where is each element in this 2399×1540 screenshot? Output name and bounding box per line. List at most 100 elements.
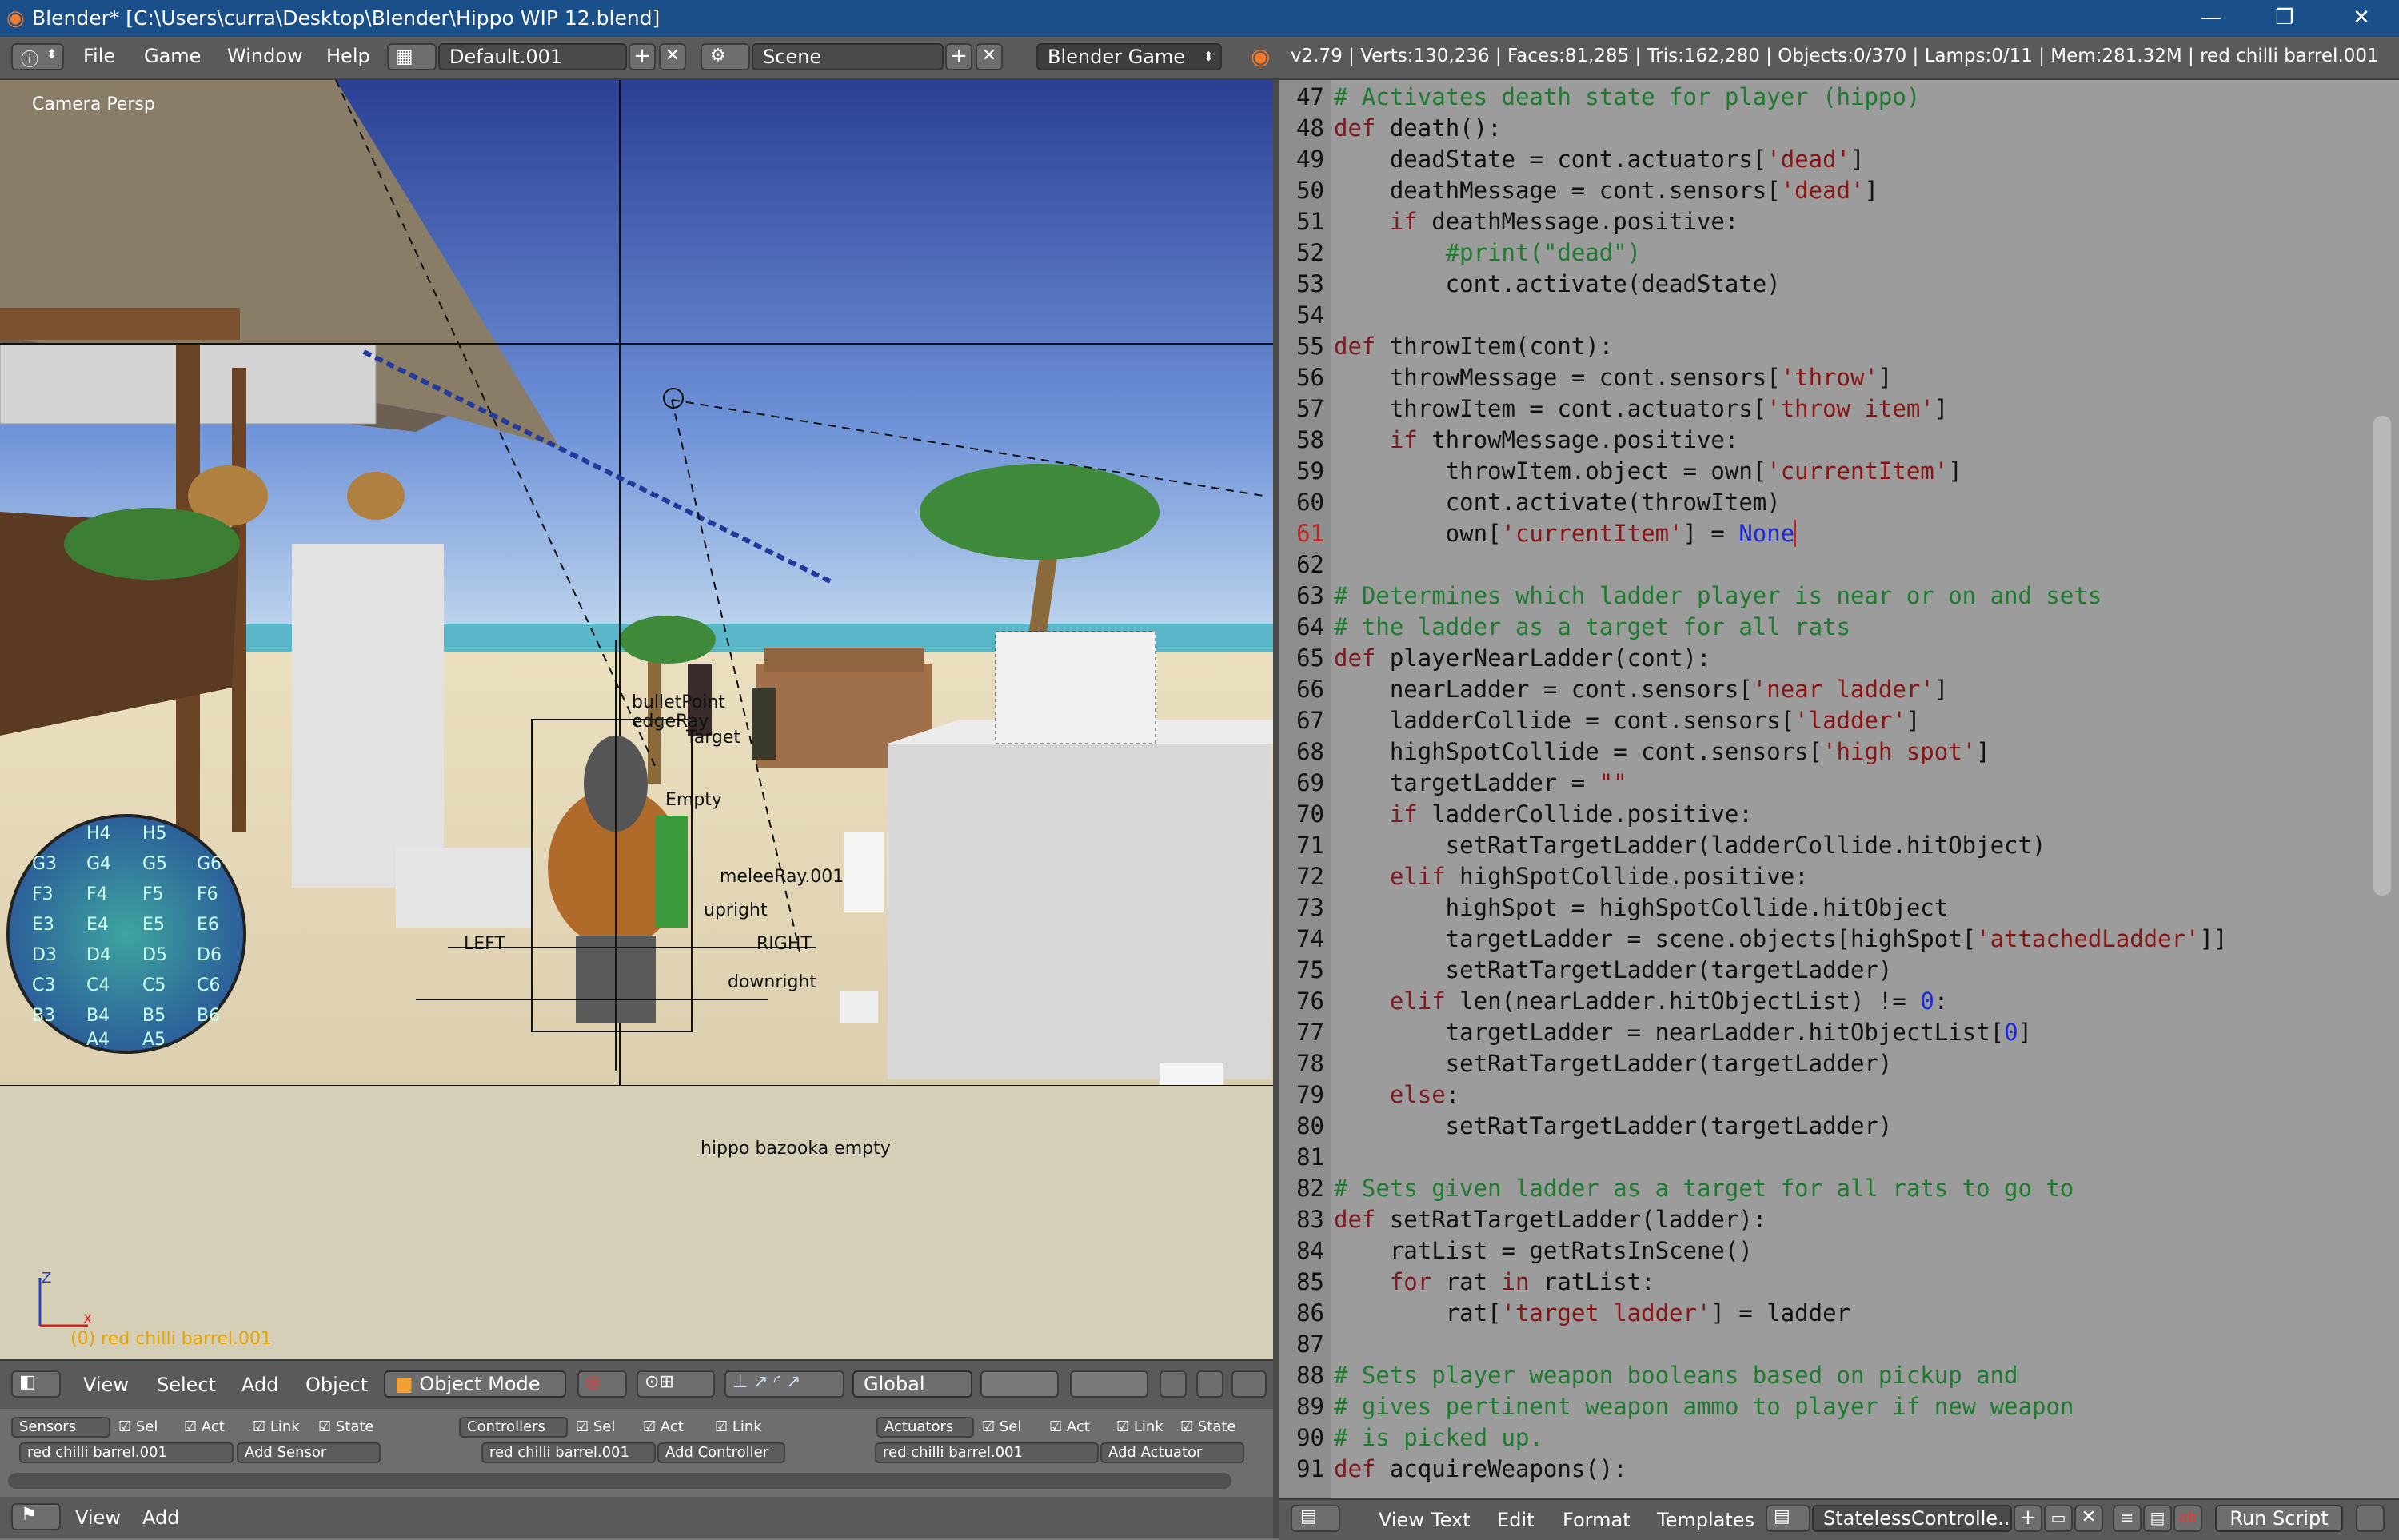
code-line[interactable]: def death(): (1334, 113, 1502, 144)
area-divider[interactable] (1273, 80, 1279, 1538)
code-line[interactable]: # Determines which ladder player is near… (1334, 580, 2102, 612)
code-line[interactable]: throwMessage = cont.sensors['throw'] (1334, 362, 1893, 393)
new-text-icon[interactable]: + (2014, 1505, 2042, 1532)
editor-type-logic-button[interactable]: ⚑ (11, 1503, 61, 1530)
code-line[interactable]: # the ladder as a target for all rats (1334, 612, 1850, 643)
add-controller-dropdown[interactable]: Add Controller (657, 1442, 785, 1463)
controllers-sel-checkbox[interactable]: ☑ Sel (576, 1418, 615, 1435)
editor-type-3d-button[interactable]: ◧ (11, 1370, 61, 1398)
actuators-dropdown[interactable]: Actuators (876, 1417, 974, 1438)
unlink-text-icon[interactable]: ✕ (2074, 1505, 2103, 1532)
code-line[interactable]: elif highSpotCollide.positive: (1334, 861, 1809, 892)
code-line[interactable]: # Sets given ladder as a target for all … (1334, 1173, 2074, 1204)
code-line[interactable]: #print("dead") (1334, 237, 1641, 269)
code-line[interactable]: # gives pertinent weapon ammo to player … (1334, 1391, 2074, 1422)
3d-viewport[interactable]: H4 H5 G3 G4 G5 G6 F3 F4 F5 F6 E3 E4 E5 E… (0, 80, 1273, 1086)
code-line[interactable]: highSpot = highSpotCollide.hitObject (1334, 892, 1949, 924)
remove-layout-icon[interactable]: ✕ (659, 43, 686, 70)
sensors-sel-checkbox[interactable]: ☑ Sel (118, 1418, 158, 1435)
menu-add[interactable]: Add (142, 1506, 179, 1529)
add-scene-icon[interactable]: + (945, 43, 972, 70)
code-line[interactable]: setRatTargetLadder(ladderCollide.hitObje… (1334, 830, 2046, 861)
remove-scene-icon[interactable]: ✕ (976, 43, 1003, 70)
controllers-act-checkbox[interactable]: ☑ Act (643, 1418, 684, 1435)
scene-browse-button[interactable]: ⚙ (701, 43, 750, 70)
menu-view[interactable]: View (1379, 1509, 1424, 1531)
sensors-act-checkbox[interactable]: ☑ Act (184, 1418, 225, 1435)
code-line[interactable]: nearLadder = cont.sensors['near ladder'] (1334, 674, 1948, 705)
add-sensor-dropdown[interactable]: Add Sensor (237, 1442, 381, 1463)
text-block-field[interactable]: StatelessControlle... (1812, 1505, 2012, 1532)
layer-lock-icon[interactable] (1160, 1370, 1187, 1398)
code-line[interactable]: for rat in ratList: (1334, 1267, 1655, 1298)
editor-vertical-scrollbar[interactable] (2373, 416, 2391, 896)
scene-field[interactable]: Scene (752, 43, 944, 70)
layers-button-group-1[interactable] (980, 1370, 1059, 1398)
code-line[interactable]: # is picked up. (1334, 1422, 1543, 1454)
menu-file[interactable]: File (83, 45, 115, 67)
open-text-icon[interactable]: ▭ (2044, 1505, 2073, 1532)
code-line[interactable]: # Activates death state for player (hipp… (1334, 82, 1920, 113)
code-line[interactable]: deadState = cont.actuators['dead'] (1334, 144, 1865, 175)
controllers-dropdown[interactable]: Controllers (459, 1417, 568, 1438)
editor-type-text-button[interactable]: ▤ (1291, 1505, 1340, 1532)
code-line[interactable]: ratList = getRatsInScene() (1334, 1235, 1753, 1267)
menu-add[interactable]: Add (241, 1374, 278, 1396)
code-line[interactable]: else: (1334, 1079, 1459, 1111)
close-button[interactable]: ✕ (2325, 0, 2397, 37)
sensors-object-field[interactable]: red chilli barrel.001 (19, 1442, 234, 1463)
screen-layout-browse-button[interactable]: ▦ (387, 43, 437, 70)
viewport-lower[interactable]: hippo bazooka empty Z X (0) red chilli b… (0, 1086, 1273, 1359)
restore-button[interactable]: ❐ (2249, 0, 2321, 37)
add-actuator-dropdown[interactable]: Add Actuator (1100, 1442, 1244, 1463)
screen-layout-field[interactable]: Default.001 (438, 43, 627, 70)
menu-format[interactable]: Format (1563, 1509, 1631, 1531)
text-editor[interactable]: 47 # Activates death state for player (hi… (1279, 80, 2399, 1498)
code-line[interactable]: def acquireWeapons(): (1334, 1454, 1627, 1485)
run-script-button[interactable]: Run Script (2215, 1505, 2343, 1532)
layers-button-group-2[interactable] (1070, 1370, 1148, 1398)
code-line[interactable]: targetLadder = nearLadder.hitObjectList[… (1334, 1017, 2032, 1048)
snap-icon[interactable] (1196, 1370, 1223, 1398)
code-line[interactable]: setRatTargetLadder(targetLadder) (1334, 1048, 1893, 1079)
render-preview-icon[interactable] (1231, 1370, 1267, 1398)
mode-dropdown[interactable]: ■ Object Mode (384, 1370, 566, 1398)
code-line[interactable]: deathMessage = cont.sensors['dead'] (1334, 175, 1878, 206)
text-browse-button[interactable]: ▤ (1766, 1505, 1810, 1532)
code-line[interactable]: elif len(nearLadder.hitObjectList) != 0: (1334, 986, 1948, 1017)
menu-help[interactable]: Help (326, 45, 370, 67)
code-line[interactable]: ladderCollide = cont.sensors['ladder'] (1334, 705, 1921, 736)
controllers-link-checkbox[interactable]: ☑ Link (715, 1418, 762, 1435)
menu-object[interactable]: Object (305, 1374, 368, 1396)
actuators-sel-checkbox[interactable]: ☑ Sel (982, 1418, 1021, 1435)
render-engine-dropdown[interactable]: Blender Game ⬍ (1036, 43, 1222, 70)
code-line[interactable]: own['currentItem'] = None (1334, 518, 1797, 549)
line-numbers-icon[interactable]: ≡ (2113, 1505, 2142, 1532)
editor-type-info-button[interactable]: ⓘ ⬍ (11, 43, 64, 70)
actuators-act-checkbox[interactable]: ☑ Act (1049, 1418, 1090, 1435)
menu-window[interactable]: Window (227, 45, 303, 67)
menu-view[interactable]: View (75, 1506, 121, 1529)
menu-templates[interactable]: Templates (1657, 1509, 1754, 1531)
code-line[interactable]: if deathMessage.positive: (1334, 206, 1739, 237)
code-line[interactable]: def playerNearLadder(cont): (1334, 643, 1710, 674)
menu-select[interactable]: Select (157, 1374, 216, 1396)
manipulator-buttons[interactable]: ⊥ ↗ ◜ ↗ (724, 1370, 844, 1398)
minimize-button[interactable]: — (2175, 0, 2247, 37)
sensors-dropdown[interactable]: Sensors (11, 1417, 110, 1438)
code-line[interactable]: highSpotCollide = cont.sensors['high spo… (1334, 736, 1990, 768)
code-line[interactable]: rat['target ladder'] = ladder (1334, 1298, 1850, 1329)
add-layout-icon[interactable]: + (629, 43, 656, 70)
menu-edit[interactable]: Edit (1497, 1509, 1534, 1531)
menu-text[interactable]: Text (1431, 1509, 1471, 1531)
code-line[interactable]: cont.activate(throwItem) (1334, 487, 1781, 518)
pivot-button[interactable]: ⊙⊞ (637, 1370, 715, 1398)
code-line[interactable]: def setRatTargetLadder(ladder): (1334, 1204, 1766, 1235)
register-toggle[interactable] (2356, 1505, 2385, 1532)
code-line[interactable]: throwItem.object = own['currentItem'] (1334, 456, 1962, 487)
code-line[interactable]: targetLadder = scene.objects[highSpot['a… (1334, 924, 2228, 955)
code-line[interactable]: if throwMessage.positive: (1334, 425, 1739, 456)
sensors-state-checkbox[interactable]: ☑ State (318, 1418, 374, 1435)
code-line[interactable]: def throwItem(cont): (1334, 331, 1613, 362)
viewport-shading-button[interactable]: ◎ (577, 1370, 627, 1398)
